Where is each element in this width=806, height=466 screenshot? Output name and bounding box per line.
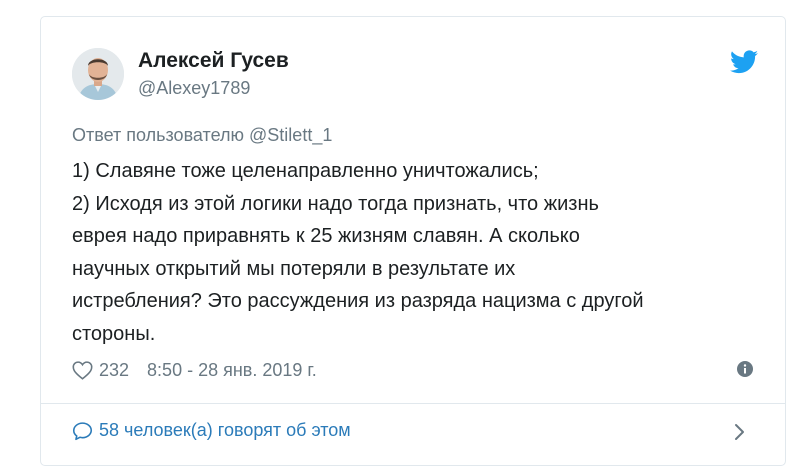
tweet-line: еврея надо приравнять к 25 жизням славян… [72, 225, 580, 247]
tweet-text: 1) Славяне тоже целенаправленно уничтожа… [72, 155, 772, 350]
reply-context: Ответ пользователю @Stilett_1 [72, 125, 332, 146]
tweet-meta: 232 8:50 - 28 янв. 2019 г. [72, 359, 317, 381]
speech-bubble-icon [72, 421, 93, 441]
conversation-label: 58 человек(а) говорят об этом [99, 420, 351, 440]
reply-user-link[interactable]: @Stilett_1 [249, 125, 332, 145]
tweet-card: Алексей Гусев @Alexey1789 Ответ пользова… [40, 16, 786, 466]
heart-icon[interactable] [72, 360, 93, 380]
reply-prefix: Ответ пользователю [72, 125, 245, 145]
author-handle[interactable]: @Alexey1789 [138, 78, 250, 99]
avatar[interactable] [72, 48, 124, 100]
divider [41, 403, 785, 404]
timestamp-link[interactable]: 8:50 - 28 янв. 2019 г. [147, 360, 317, 381]
like-count[interactable]: 232 [99, 360, 129, 381]
tweet-line: истребления? Это рассуждения из разряда … [72, 290, 644, 312]
tweet-line: научных открытий мы потеряли в результат… [72, 257, 516, 280]
tweet-line: 1) Славяне тоже целенаправленно уничтожа… [72, 160, 539, 182]
conversation-link[interactable]: 58 человек(а) говорят об этом [72, 420, 351, 441]
tweet-line: стороны. [72, 322, 156, 345]
tweet-line: 2) Исходя из этой логики надо тогда приз… [72, 192, 599, 215]
author-name[interactable]: Алексей Гусев [138, 49, 289, 73]
twitter-bird-icon[interactable] [730, 50, 758, 74]
info-icon[interactable] [737, 361, 753, 377]
avatar-photo [72, 48, 124, 100]
chevron-right-icon[interactable] [733, 422, 747, 442]
